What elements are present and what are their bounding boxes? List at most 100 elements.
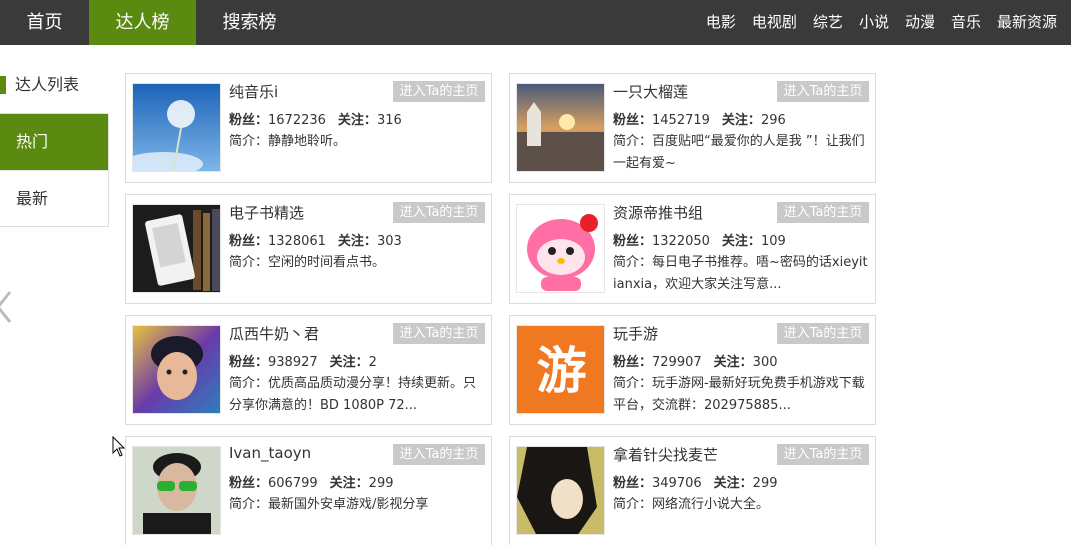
user-avatar[interactable] [516,446,605,535]
enter-homepage-button[interactable]: 进入Ta的主页 [393,202,485,223]
mouse-cursor-icon [112,436,126,457]
fans-label: 粉丝： [613,113,653,128]
enter-homepage-button[interactable]: 进入Ta的主页 [777,444,869,465]
bio-label: 简介： [229,376,269,391]
bio-label: 简介： [613,134,653,149]
follow-count: 299 [368,476,394,491]
fans-label: 粉丝： [229,113,269,128]
sidebar-item-hot[interactable]: 热门 [0,114,108,170]
fans-label: 粉丝： [229,234,269,249]
sidebar-menu: 热门 最新 [0,113,109,227]
fans-count: 1328061 [268,234,326,249]
fans-count: 1452719 [652,113,710,128]
user-bio: 简介：静静地聆听。 [229,131,487,153]
bio-label: 简介： [229,497,269,512]
follow-label: 关注： [721,113,761,128]
category-variety[interactable]: 综艺 [813,0,843,45]
user-avatar[interactable] [132,204,221,293]
enter-homepage-button[interactable]: 进入Ta的主页 [393,81,485,102]
title-accent-bar [0,76,6,94]
user-card: 一只大榴莲 进入Ta的主页 粉丝：1452719 关注：296 简介：百度贴吧“最… [509,73,876,183]
fans-label: 粉丝： [229,355,269,370]
bio-label: 简介： [229,134,269,149]
enter-homepage-button[interactable]: 进入Ta的主页 [777,81,869,102]
user-card: 拿着针尖找麦芒 进入Ta的主页 粉丝：349706 关注：299 简介：网络流行小… [509,436,876,545]
dandelion-sky-image [133,84,220,171]
follow-label: 关注： [713,476,753,491]
user-bio: 简介：每日电子书推荐。唔~密码的话xieyitianxia，欢迎大家关注写意..… [613,252,871,296]
user-avatar[interactable] [516,204,605,293]
user-name[interactable]: 拿着针尖找麦芒 [613,444,718,465]
fans-count: 938927 [268,355,318,370]
user-bio: 简介：百度贴吧“最爱你的人是我 ”！让我们一起有爱~ [613,131,871,175]
enter-homepage-button[interactable]: 进入Ta的主页 [393,323,485,344]
dark-anime-girl-image [517,447,604,534]
follow-label: 关注： [329,476,369,491]
user-name[interactable]: 资源帝推书组 [613,202,703,223]
chevron-left-icon[interactable] [0,290,14,324]
follow-label: 关注： [329,355,369,370]
user-bio: 简介：网络流行小说大全。 [613,494,871,516]
user-stats: 粉丝：938927 关注：2 [229,351,377,370]
category-links: 电影 电视剧 综艺 小说 动漫 音乐 最新资源 [706,0,1057,45]
follow-count: 299 [752,476,778,491]
user-avatar[interactable]: 游 [516,325,605,414]
follow-label: 关注： [337,113,377,128]
fans-label: 粉丝： [613,355,653,370]
follow-label: 关注： [721,234,761,249]
follow-count: 2 [368,355,377,370]
user-avatar[interactable] [132,446,221,535]
bio-label: 简介： [613,376,653,391]
user-card: 电子书精选 进入Ta的主页 粉丝：1328061 关注：303 简介：空闲的时间看… [125,194,492,304]
follow-label: 关注： [713,355,753,370]
category-tv[interactable]: 电视剧 [752,0,797,45]
sidebar-title-text: 达人列表 [15,75,80,94]
fans-label: 粉丝： [229,476,269,491]
fans-label: 粉丝： [613,234,653,249]
user-avatar[interactable] [516,83,605,172]
user-bio: 简介：玩手游网-最新好玩免费手机游戏下载平台，交流群：202975885... [613,373,871,417]
user-card: Ivan_taoyn 进入Ta的主页 粉丝：606799 关注：299 简介：最新… [125,436,492,545]
user-stats: 粉丝：1672236 关注：316 [229,109,402,128]
bio-text: 网络流行小说大全。 [652,497,770,512]
bio-text: 每日电子书推荐。唔~密码的话xieyitianxia，欢迎大家关注写意... [613,255,868,292]
enter-homepage-button[interactable]: 进入Ta的主页 [777,202,869,223]
ereader-books-image [133,205,220,292]
tab-search-ranking[interactable]: 搜索榜 [196,0,303,45]
bio-text: 空闲的时间看点书。 [268,255,386,270]
category-novel[interactable]: 小说 [859,0,889,45]
user-stats: 粉丝：606799 关注：299 [229,472,394,491]
user-name[interactable]: 瓜西牛奶丶君 [229,323,319,344]
fans-count: 606799 [268,476,318,491]
bio-label: 简介： [613,255,653,270]
user-avatar[interactable] [132,83,221,172]
user-name[interactable]: 一只大榴莲 [613,81,688,102]
sidebar-item-newest[interactable]: 最新 [0,170,108,226]
sunglasses-man-image [133,447,220,534]
hello-kitty-image [517,205,604,292]
user-bio: 简介：优质高品质动漫分享！持续更新。只分享你满意的！BD 1080P 72... [229,373,487,417]
category-latest[interactable]: 最新资源 [997,0,1057,45]
tab-talent-ranking[interactable]: 达人榜 [89,0,196,45]
enter-homepage-button[interactable]: 进入Ta的主页 [777,323,869,344]
user-bio: 简介：空闲的时间看点书。 [229,252,487,274]
follow-label: 关注： [337,234,377,249]
main-tabs: 首页 达人榜 搜索榜 [0,0,303,45]
user-name[interactable]: Ivan_taoyn [229,444,311,462]
follow-count: 300 [752,355,778,370]
category-music[interactable]: 音乐 [951,0,981,45]
fans-count: 349706 [652,476,702,491]
category-movie[interactable]: 电影 [706,0,736,45]
follow-count: 303 [376,234,402,249]
bio-label: 简介： [613,497,653,512]
colorful-portrait-image [133,326,220,413]
user-name[interactable]: 玩手游 [613,323,658,344]
user-name[interactable]: 电子书精选 [229,202,304,223]
orange-you-logo: 游 [517,326,604,413]
category-anime[interactable]: 动漫 [905,0,935,45]
tab-home[interactable]: 首页 [0,0,89,45]
user-bio: 简介：最新国外安卓游戏/影视分享 [229,494,487,516]
user-name[interactable]: 纯音乐i [229,81,278,102]
enter-homepage-button[interactable]: 进入Ta的主页 [393,444,485,465]
user-avatar[interactable] [132,325,221,414]
